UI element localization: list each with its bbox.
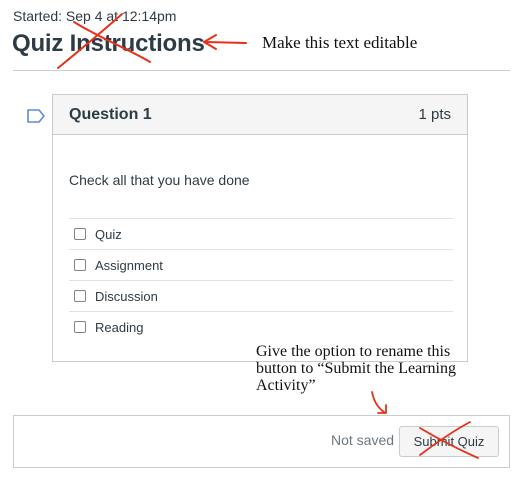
answer-option[interactable]: Assignment	[69, 249, 453, 280]
annotation-button-note-line: Activity”	[256, 377, 316, 394]
question-header: Question 1 1 pts	[53, 95, 467, 135]
annotation-title-note: Make this text editable	[262, 33, 418, 52]
answer-option[interactable]: Discussion	[69, 280, 453, 311]
checkbox-icon[interactable]	[74, 290, 86, 302]
question-points: 1 pts	[418, 106, 451, 123]
answer-label: Discussion	[95, 288, 158, 304]
annotation-button-note: Give the option to rename this button to…	[256, 343, 518, 394]
answer-label: Quiz	[95, 226, 122, 242]
submit-quiz-button[interactable]: Submit Quiz	[399, 426, 499, 457]
title-arrow	[205, 41, 247, 44]
answer-option[interactable]: Reading	[69, 311, 453, 342]
flag-question-icon[interactable]	[26, 108, 46, 124]
annotation-button-note-line: button to “Submit the Learning	[256, 360, 456, 377]
answer-label: Reading	[95, 319, 144, 335]
annotation-button-note-line: Give the option to rename this	[256, 343, 451, 360]
checkbox-icon[interactable]	[74, 228, 86, 240]
question-card: Question 1 1 pts Check all that you have…	[52, 94, 468, 362]
quiz-footer: Not saved Submit Quiz	[13, 415, 510, 468]
button-arrow	[371, 391, 385, 413]
save-status: Not saved	[331, 432, 395, 448]
question-prompt: Check all that you have done	[69, 172, 250, 188]
page-title: Quiz Instructions	[12, 30, 205, 57]
started-timestamp: Started: Sep 4 at 12:14pm	[13, 8, 177, 24]
answer-list: Quiz Assignment Discussion Reading	[69, 218, 453, 342]
question-title: Question 1	[69, 105, 152, 123]
answer-label: Assignment	[95, 257, 163, 273]
answer-option[interactable]: Quiz	[69, 218, 453, 249]
checkbox-icon[interactable]	[74, 259, 86, 271]
title-arrowhead	[203, 34, 217, 50]
checkbox-icon[interactable]	[74, 321, 86, 333]
quiz-page: Started: Sep 4 at 12:14pm Quiz Instructi…	[0, 0, 528, 488]
button-arrowhead	[377, 404, 387, 414]
title-divider	[13, 70, 510, 71]
